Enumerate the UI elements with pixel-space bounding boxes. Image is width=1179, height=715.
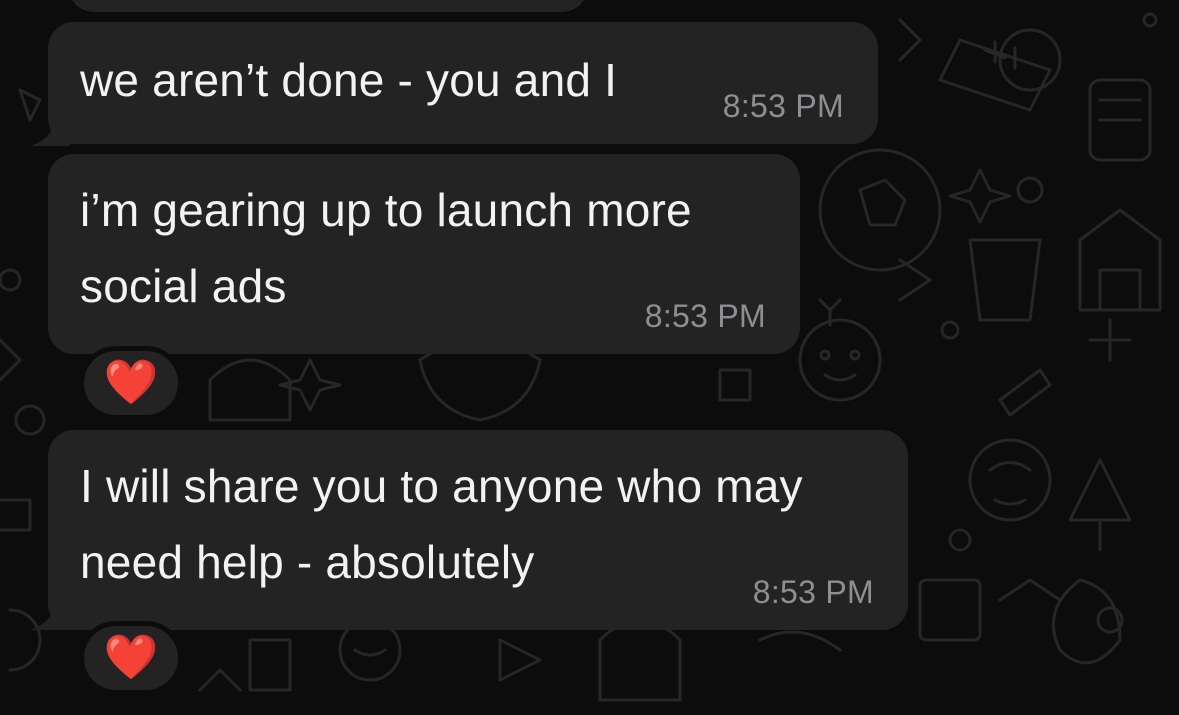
message-text: we aren’t done - you and I (80, 54, 618, 106)
message-timestamp: 8:53 PM (722, 88, 844, 124)
message-reaction[interactable]: ❤️ (79, 621, 183, 695)
message-timestamp: 8:53 PM (752, 574, 874, 610)
chat-conversation: we aren’t done - you and I 8:53 PM i’m g… (0, 0, 1179, 715)
message-timestamp: 8:53 PM (644, 298, 766, 334)
message-reaction[interactable]: ❤️ (79, 346, 183, 420)
message-bubble[interactable]: I will share you to anyone who may need … (48, 430, 908, 630)
heart-reaction-icon: ❤️ (103, 358, 159, 407)
message-bubble[interactable]: i’m gearing up to launch more social ads… (48, 154, 800, 354)
message-text: i’m gearing up to launch more social ads (80, 184, 692, 312)
message-bubble[interactable]: we aren’t done - you and I 8:53 PM (48, 22, 878, 144)
message-text: I will share you to anyone who may need … (80, 460, 803, 588)
previous-message-bubble-edge (68, 0, 588, 12)
heart-reaction-icon: ❤️ (103, 633, 159, 682)
